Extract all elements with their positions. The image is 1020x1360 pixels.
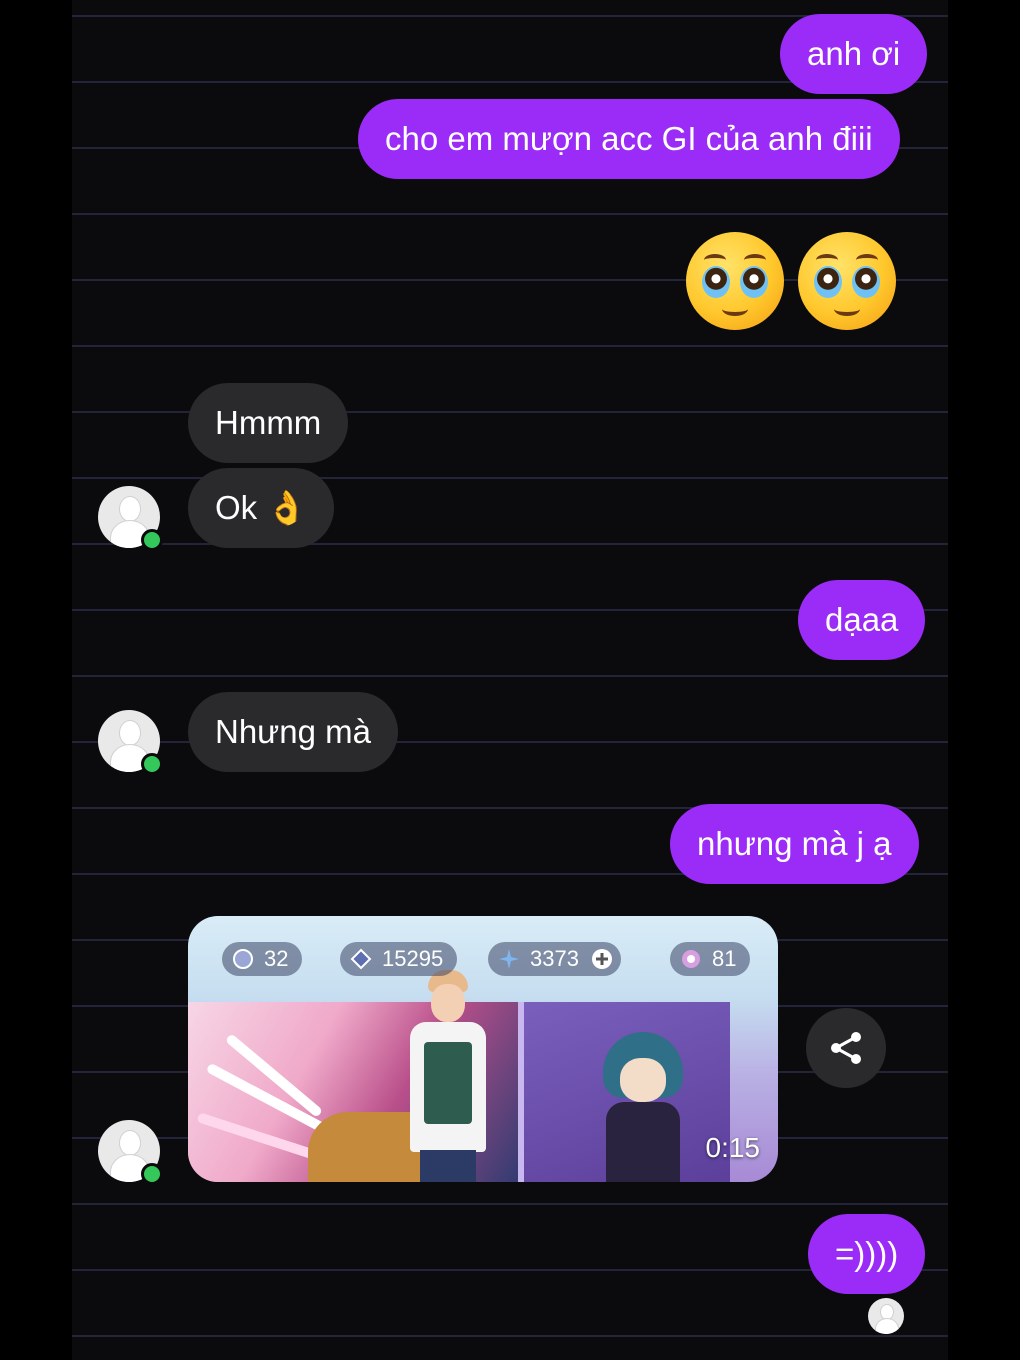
star-icon — [499, 949, 519, 969]
incoming-message[interactable]: Hmmm — [188, 383, 349, 463]
online-status-dot — [141, 753, 163, 775]
outgoing-message[interactable]: nhưng mà j ạ — [670, 804, 919, 884]
seen-avatar — [868, 1298, 904, 1334]
outgoing-message[interactable]: dạaa — [798, 580, 926, 660]
emoji-message[interactable]: 🥹🥹 — [686, 230, 898, 334]
video-message[interactable]: 32 15295 3373 81 0:15 — [188, 916, 778, 1182]
plus-icon — [591, 949, 612, 969]
online-status-dot — [141, 1163, 163, 1185]
pleading-face-emoji — [798, 232, 896, 330]
share-icon — [831, 1032, 861, 1064]
pleading-face-emoji — [686, 232, 784, 330]
incoming-message[interactable]: Ok 👌 — [188, 468, 335, 548]
online-status-dot — [141, 529, 163, 551]
outgoing-message[interactable]: =)))) — [808, 1214, 926, 1294]
emoji-text: 🥹🥹 — [686, 230, 687, 231]
resin-icon — [233, 949, 253, 969]
outgoing-message[interactable]: cho em mượn acc GI của anh điii — [358, 99, 900, 179]
fate-icon — [682, 950, 700, 968]
incoming-message[interactable]: Nhưng mà — [188, 692, 398, 772]
starglitter-counter: 3373 — [488, 942, 621, 976]
chat-thread[interactable]: anh ơi cho em mượn acc GI của anh điii 🥹… — [72, 0, 948, 1360]
resin-counter: 32 — [222, 942, 303, 976]
game-character — [598, 1032, 688, 1182]
fate-counter: 81 — [670, 942, 751, 976]
outgoing-message[interactable]: anh ơi — [780, 14, 928, 94]
video-duration: 0:15 — [705, 1132, 761, 1163]
share-button[interactable] — [806, 1008, 886, 1088]
diamond-icon — [350, 948, 372, 970]
primogem-counter: 15295 — [340, 942, 458, 976]
presenter — [398, 970, 498, 1182]
